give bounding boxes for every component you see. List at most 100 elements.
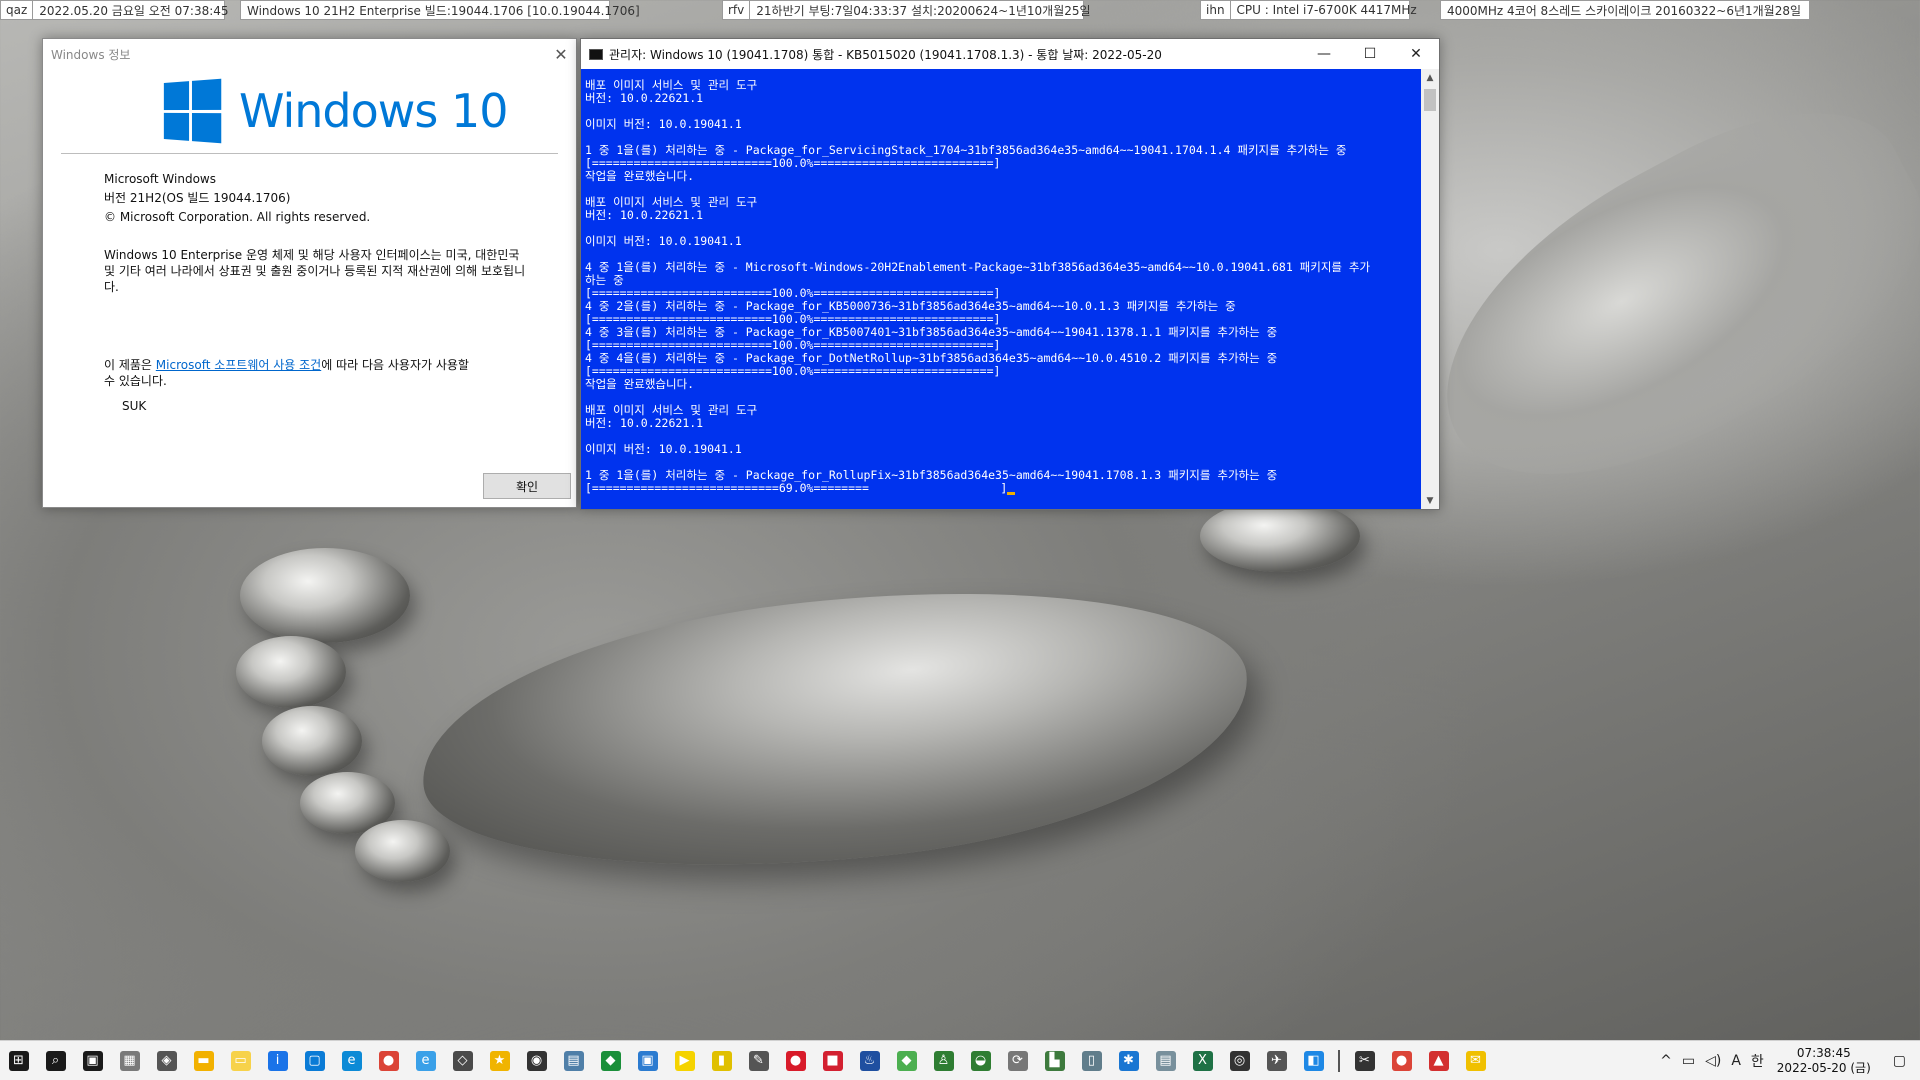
info-bar-tag: qaz — [1, 1, 34, 19]
info-bar-value: Windows 10 21H2 Enterprise 빌드:19044.1706… — [247, 3, 640, 18]
app-icon-19-glyph: ✈ — [1266, 1050, 1287, 1071]
close-icon[interactable]: ✕ — [546, 39, 576, 69]
vertical-scrollbar[interactable]: ▲ ▼ — [1421, 69, 1439, 509]
windows-logo: Windows 10 — [161, 78, 508, 144]
ime-icon[interactable]: 한 — [1746, 1051, 1769, 1071]
file-explorer-icon[interactable]: ▬ — [185, 1041, 222, 1080]
windows-flag-icon — [163, 78, 223, 144]
info-icon[interactable]: i — [259, 1041, 296, 1080]
app-icon-10[interactable]: ♨ — [851, 1041, 888, 1080]
info-bar-value: 4000MHz 4코어 8스레드 스카이레이크 20160322~6년1개월28… — [1447, 3, 1802, 18]
app-icon-8-glyph: ✎ — [748, 1050, 769, 1071]
sync-icon[interactable]: ⟳ — [999, 1041, 1036, 1080]
taskbar-app-icons: ⊞ ⌕ ▣ ▦ ◈ ▬ ▭ i ▢ e ● e ◇ ★ ◉ ▤ ◆ ▣ ▶ ▮ ✎ ● ■ ♨ ◆ ♙ ◒ ⟳ ▙ ▯ ✱ ▤ X ◎ ✈ ◧ — [0, 1041, 1332, 1080]
console-output[interactable]: 배포 이미지 서비스 및 관리 도구 버전: 10.0.22621.1 이미지 버전… — [585, 69, 1421, 509]
licensed-user: SUK — [122, 399, 147, 413]
app-icon-16[interactable]: ✱ — [1110, 1041, 1147, 1080]
player-icon-glyph: ▶ — [674, 1050, 695, 1071]
tray-chevron-icon[interactable]: ^ — [1655, 1053, 1677, 1069]
scissors-icon-glyph: ✂ — [1354, 1050, 1375, 1071]
task-view-icon[interactable]: ▣ — [74, 1041, 111, 1080]
app-icon-14-glyph: ▙ — [1044, 1050, 1065, 1071]
app-icon-17[interactable]: ▤ — [1147, 1041, 1184, 1080]
start-icon[interactable]: ⊞ — [0, 1041, 37, 1080]
taskbar-clock[interactable]: 07:38:45 2022-05-20 (금) — [1769, 1046, 1879, 1076]
info-bar-tag: rfv — [723, 1, 751, 19]
ie-icon[interactable]: e — [407, 1041, 444, 1080]
app-icon-18[interactable]: ◎ — [1221, 1041, 1258, 1080]
console-line: 버전: 10.0.22621.1 — [585, 208, 704, 222]
notes-icon[interactable]: ▭ — [222, 1041, 259, 1080]
app-icon-6-glyph: ▣ — [637, 1050, 658, 1071]
chrome-icon-2[interactable]: ● — [1383, 1041, 1420, 1080]
scroll-up-icon[interactable]: ▲ — [1421, 69, 1439, 86]
scissors-icon[interactable]: ✂ — [1346, 1041, 1383, 1080]
excel-icon-glyph: X — [1192, 1050, 1213, 1071]
notifications-icon[interactable]: ▢ — [1879, 1053, 1920, 1069]
input-mode-icon[interactable]: A — [1726, 1053, 1746, 1069]
app-icon-21[interactable]: ▲ — [1420, 1041, 1457, 1080]
license-terms-link[interactable]: Microsoft 소프트웨어 사용 조건 — [156, 358, 321, 372]
cmd-titlebar[interactable]: 관리자: Windows 10 (19041.1708) 통합 - KB5015… — [581, 39, 1439, 69]
info-bar-datetime: qaz 2022.05.20 금요일 오전 07:38:45 — [0, 0, 229, 20]
player-icon[interactable]: ▶ — [666, 1041, 703, 1080]
app-icon-21-glyph: ▲ — [1428, 1050, 1449, 1071]
app-icon-16-glyph: ✱ — [1118, 1050, 1139, 1071]
app-icon-10-glyph: ♨ — [859, 1050, 880, 1071]
console-line: 이미지 버전: 10.0.19041.1 — [585, 117, 742, 131]
app-icon-13[interactable]: ◒ — [962, 1041, 999, 1080]
media-icon-glyph: ● — [785, 1050, 806, 1071]
app-icon-6[interactable]: ▣ — [629, 1041, 666, 1080]
cube-icon[interactable]: ◇ — [444, 1041, 481, 1080]
app-icon-9-glyph: ■ — [822, 1050, 843, 1071]
shield-icon-glyph: ◆ — [600, 1050, 621, 1071]
app-icon-5[interactable]: ▤ — [555, 1041, 592, 1080]
minimize-icon[interactable]: — — [1301, 39, 1347, 69]
network-icon[interactable]: ▭ — [1677, 1053, 1700, 1069]
edge-icon[interactable]: e — [333, 1041, 370, 1080]
app-icon-15[interactable]: ▯ — [1073, 1041, 1110, 1080]
app-icon-11[interactable]: ◆ — [888, 1041, 925, 1080]
media-icon[interactable]: ● — [777, 1041, 814, 1080]
chrome-icon[interactable]: ● — [370, 1041, 407, 1080]
app-icon-18-glyph: ◎ — [1229, 1050, 1250, 1071]
excel-icon[interactable]: X — [1184, 1041, 1221, 1080]
shield-icon[interactable]: ◆ — [592, 1041, 629, 1080]
close-icon[interactable]: ✕ — [1393, 39, 1439, 69]
app-icon-20[interactable]: ◧ — [1295, 1041, 1332, 1080]
about-windows-dialog: Windows 정보 ✕ Windows 10 Microsoft Window… — [42, 38, 577, 508]
console-line: 배포 이미지 서비스 및 관리 도구 — [585, 403, 758, 417]
console-line: 배포 이미지 서비스 및 관리 도구 — [585, 195, 758, 209]
app-icon-4[interactable]: ◉ — [518, 1041, 555, 1080]
console-line: [==========================100.0%=======… — [585, 364, 1001, 378]
copyright-text: © Microsoft Corporation. All rights rese… — [104, 210, 371, 224]
ok-button[interactable]: 확인 — [483, 473, 571, 499]
app-icon-13-glyph: ◒ — [970, 1050, 991, 1071]
app-icon-9[interactable]: ■ — [814, 1041, 851, 1080]
app-icon-14[interactable]: ▙ — [1036, 1041, 1073, 1080]
app-icon-11-glyph: ◆ — [896, 1050, 917, 1071]
volume-icon[interactable]: ◁) — [1700, 1053, 1726, 1069]
ie-icon-glyph: e — [415, 1050, 436, 1071]
info-bar-value: 21하반기 부팅:7일04:33:37 설치:20200624~1년10개월25… — [756, 3, 1091, 18]
dialog-title: Windows 정보 — [51, 47, 131, 62]
app-icon-2[interactable]: ◈ — [148, 1041, 185, 1080]
app-icon-19[interactable]: ✈ — [1258, 1041, 1295, 1080]
scroll-down-icon[interactable]: ▼ — [1421, 492, 1439, 509]
app-icon-3[interactable]: ▢ — [296, 1041, 333, 1080]
task-view-icon-glyph: ▣ — [82, 1050, 103, 1071]
console-line: 이미지 버전: 10.0.19041.1 — [585, 234, 742, 248]
app-icon-12[interactable]: ♙ — [925, 1041, 962, 1080]
star-icon[interactable]: ★ — [481, 1041, 518, 1080]
app-icon-22[interactable]: ✉ — [1457, 1041, 1494, 1080]
star-icon-glyph: ★ — [489, 1050, 510, 1071]
app-icon-7[interactable]: ▮ — [703, 1041, 740, 1080]
scrollbar-thumb[interactable] — [1424, 89, 1436, 111]
maximize-icon[interactable]: ☐ — [1347, 39, 1393, 69]
chrome-icon-2-glyph: ● — [1391, 1050, 1412, 1071]
app-icon-8[interactable]: ✎ — [740, 1041, 777, 1080]
windows-logo-text: Windows 10 — [239, 84, 508, 138]
search-icon[interactable]: ⌕ — [37, 1041, 74, 1080]
app-icon-1[interactable]: ▦ — [111, 1041, 148, 1080]
dialog-titlebar[interactable]: Windows 정보 ✕ — [43, 39, 576, 69]
